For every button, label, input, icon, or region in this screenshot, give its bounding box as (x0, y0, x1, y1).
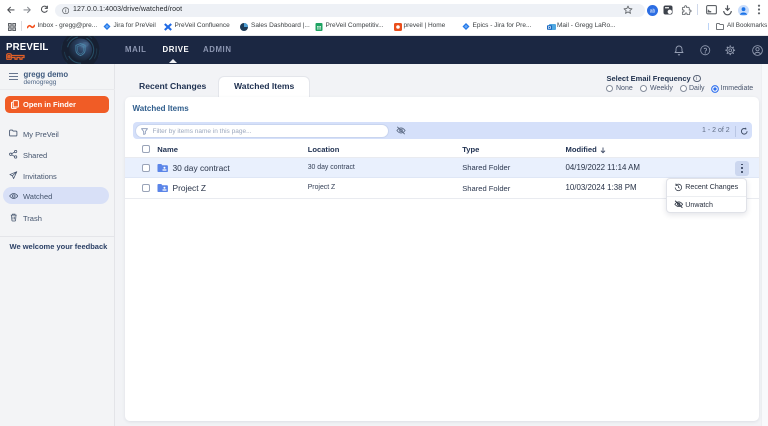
svg-text:ab: ab (649, 8, 655, 14)
svg-text:O: O (547, 25, 551, 30)
